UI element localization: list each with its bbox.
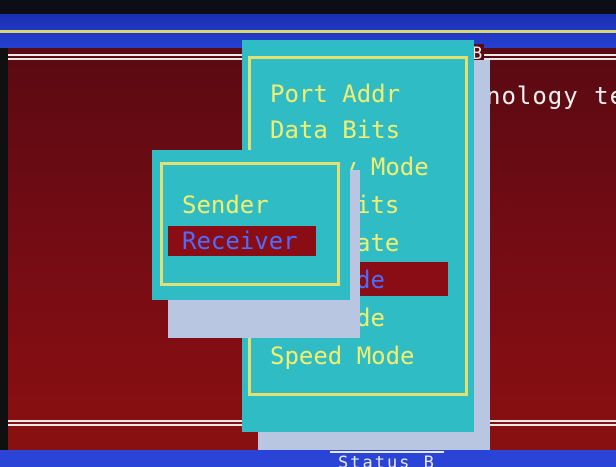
dos-screen: B nology tes Port Addr Data Bits y Mode …: [0, 0, 616, 467]
window-body-text: nology tes: [486, 82, 616, 110]
menu-item-baud-rate[interactable]: ate: [356, 229, 399, 257]
monitor-bezel: [0, 0, 616, 14]
menu-item-mode[interactable]: de: [356, 304, 385, 332]
submenu-item-receiver[interactable]: Receiver: [168, 226, 316, 256]
role-submenu-border: [160, 162, 340, 286]
menu-item-data-bits[interactable]: Data Bits: [270, 116, 400, 144]
menu-item-stop-bits[interactable]: its: [356, 191, 399, 219]
submenu-item-sender[interactable]: Sender: [182, 190, 269, 220]
menu-item-port-addr[interactable]: Port Addr: [270, 80, 400, 108]
bottom-status-bar: [0, 450, 616, 467]
status-label: Status B: [330, 451, 444, 467]
menu-item-selected-mode[interactable]: de: [356, 266, 385, 294]
menu-item-speed-mode[interactable]: Speed Mode: [270, 342, 415, 370]
top-divider-line: [0, 30, 616, 33]
